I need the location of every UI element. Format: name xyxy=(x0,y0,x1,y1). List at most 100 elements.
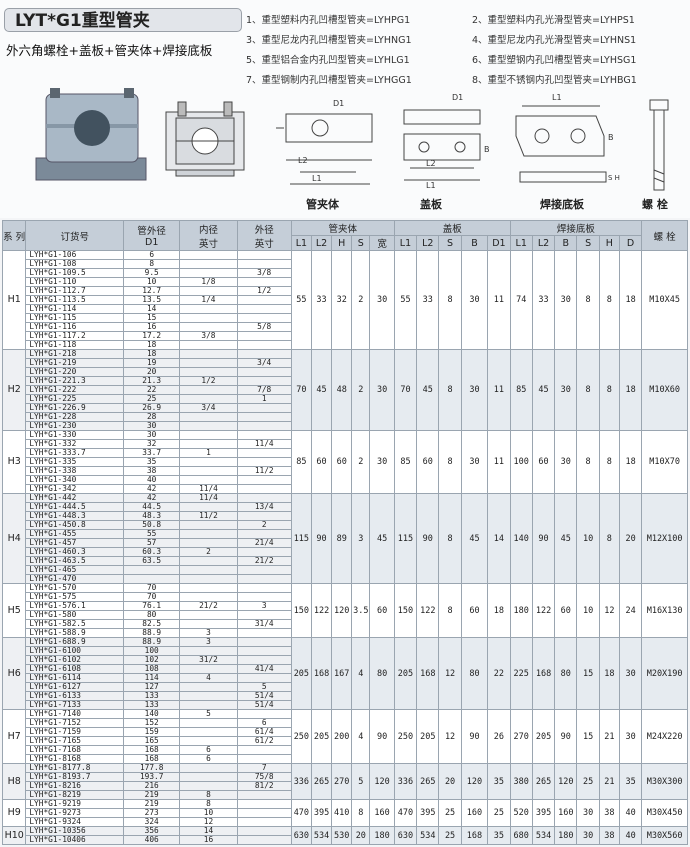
body-dim-value: 8 xyxy=(351,799,371,827)
body-dim-value: 180 xyxy=(369,826,395,845)
od-mm: 193.7 xyxy=(123,772,181,782)
od-inch xyxy=(236,421,292,431)
body-dim-value: 530 xyxy=(331,826,353,845)
od-mm: 70 xyxy=(123,592,181,602)
od-inch: 81/2 xyxy=(236,781,292,791)
body-dim-value: 265 xyxy=(310,763,333,800)
cover-dim-value: 12 xyxy=(438,709,462,764)
od-inch xyxy=(236,277,292,287)
body-dim-value: 120 xyxy=(369,763,395,800)
od-inch xyxy=(236,754,292,764)
id-inch xyxy=(179,718,238,728)
bolt-spec: M10X70 xyxy=(641,430,688,494)
base-dim-value: 30 xyxy=(576,826,600,845)
od-inch: 2 xyxy=(236,520,292,530)
order-code: LYH*G1-6114 xyxy=(25,673,125,683)
od-inch: 7 xyxy=(236,763,292,773)
body-dim-value: 60 xyxy=(310,430,333,494)
body-dim-value: 85 xyxy=(290,430,312,494)
id-inch: 5 xyxy=(179,709,238,719)
b-label-base: B xyxy=(608,133,614,142)
order-code: LYH*G1-6102 xyxy=(25,655,125,665)
od-mm: 127 xyxy=(123,682,181,692)
id-inch xyxy=(179,268,238,278)
body-dim-value: 115 xyxy=(290,493,312,584)
od-mm: 48.3 xyxy=(123,511,181,521)
table-row: H7 LYH*G1-7140 140 5 250 205 200 4 90 250 205 12 90 2… xyxy=(1,709,688,764)
od-inch xyxy=(236,709,292,719)
order-code: LYH*G1-580 xyxy=(25,610,125,620)
base-dim-value: 15 xyxy=(576,637,600,710)
id-inch xyxy=(179,763,238,773)
id-inch xyxy=(179,322,238,332)
id-inch xyxy=(179,412,238,422)
bolt-spec: M30X450 xyxy=(641,799,688,827)
od-inch: 11/2 xyxy=(236,466,292,476)
base-dim-value: 30 xyxy=(554,250,578,350)
od-mm: 356 xyxy=(123,826,181,836)
cover-dim-value: 11 xyxy=(487,349,511,431)
id-inch xyxy=(179,367,238,377)
bolt-spec: M10X60 xyxy=(641,349,688,431)
order-code: LYH*G1-575 xyxy=(25,592,125,602)
body-dim-value: 33 xyxy=(310,250,333,350)
od-inch xyxy=(236,412,292,422)
base-dim-value: 10 xyxy=(576,583,600,638)
id-inch xyxy=(179,781,238,791)
od-mm: 168 xyxy=(123,745,181,755)
col-base-1: L2 xyxy=(531,235,556,251)
od-mm: 57 xyxy=(123,538,181,548)
od-inch: 5 xyxy=(236,682,292,692)
order-code: LYH*G1-222 xyxy=(25,385,125,395)
id-inch: 1/4 xyxy=(179,295,238,305)
label-clamp-body: 管夹体 xyxy=(306,198,339,211)
id-inch xyxy=(179,583,238,593)
base-dim-value: 24 xyxy=(618,583,643,638)
od-mm: 140 xyxy=(123,709,181,719)
order-code: LYH*G1-576.1 xyxy=(25,601,125,611)
table-row: H5 LYH*G1-570 70 150 122 120 3.5 60 150 122 8 60 18 1… xyxy=(1,583,688,638)
order-code: LYH*G1-8216 xyxy=(25,781,125,791)
cover-dim-value: 26 xyxy=(487,709,511,764)
od-mm: 16 xyxy=(123,322,181,332)
od-mm: 50.8 xyxy=(123,520,181,530)
base-dim-value: 30 xyxy=(618,637,643,710)
cover-dim-value: 8 xyxy=(438,349,462,431)
order-code: LYH*G1-338 xyxy=(25,466,125,476)
body-dim-value: 2 xyxy=(351,349,371,431)
body-dim-value: 4 xyxy=(351,709,371,764)
body-dim-value: 5 xyxy=(351,763,371,800)
body-dim-value: 2 xyxy=(351,430,371,494)
id-inch: 16 xyxy=(179,835,238,845)
sku-4: 4、重型尼龙内孔光滑型管夹=LYHNS1 xyxy=(472,35,637,46)
cover-dim-value: 120 xyxy=(460,763,489,800)
id-inch xyxy=(179,574,238,584)
od-inch: 13/4 xyxy=(236,502,292,512)
body-dim-value: 45 xyxy=(369,493,395,584)
order-code: LYH*G1-688.9 xyxy=(25,637,125,647)
od-mm: 80 xyxy=(123,610,181,620)
od-mm: 12.7 xyxy=(123,286,181,296)
order-code: LYH*G1-116 xyxy=(25,322,125,332)
od-inch xyxy=(236,475,292,485)
od-mm: 159 xyxy=(123,727,181,737)
od-mm: 133 xyxy=(123,691,181,701)
cover-dim-value: 60 xyxy=(460,583,489,638)
cover-dim-value: 45 xyxy=(416,349,440,431)
od-inch: 41/4 xyxy=(236,664,292,674)
cover-dim-value: 55 xyxy=(393,250,418,350)
base-dim-value: 90 xyxy=(531,493,556,584)
od-mm: 10 xyxy=(123,277,181,287)
id-inch: 3 xyxy=(179,628,238,638)
series-cell: H7 xyxy=(1,709,27,764)
body-dim-value: 534 xyxy=(310,826,333,845)
table-row: H6 LYH*G1-688.9 88.9 3 205 168 167 4 80 205 168 12 8… xyxy=(1,637,688,710)
table-row: H4 LYH*G1-442 42 11/4 115 90 89 3 45 115 90 8 45 14 14… xyxy=(1,493,688,584)
technical-drawings: L2 L1 D1 L2 L1 D1 B L1 B S H xyxy=(35,88,669,191)
body-dim-value: 205 xyxy=(310,709,333,764)
id-inch: 10 xyxy=(179,808,238,818)
cover-dim-value: 395 xyxy=(416,799,440,827)
order-code: LYH*G1-10356 xyxy=(25,826,125,836)
od-inch xyxy=(236,376,292,386)
order-code: LYH*G1-7133 xyxy=(25,700,125,710)
